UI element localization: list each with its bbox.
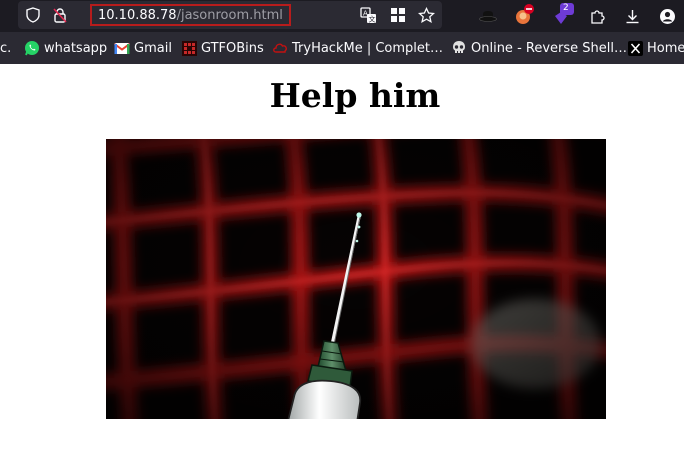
bookmark-home[interactable]: Home [627,32,684,64]
bookmark-label: whatsapp [44,40,108,56]
bookmark-partial[interactable]: c. [0,32,11,64]
bookmark-label: Online - Reverse Shell… [471,40,627,56]
skull-icon [451,40,467,56]
whatsapp-icon [24,40,40,56]
gtfobins-icon [181,40,197,56]
bookmark-whatsapp[interactable]: whatsapp [24,32,107,64]
page-heading: Help him [269,76,441,115]
bookmark-star-icon[interactable] [417,6,435,24]
extension-badge-count: 2 [563,3,569,13]
bookmark-label: GTFOBins [201,40,264,56]
bookmark-label: Gmail [134,40,172,56]
bookmark-label: TryHackMe | Complet… [292,40,443,56]
grid-icon[interactable] [389,6,407,24]
bookmark-gtfobins[interactable]: GTFOBins [181,32,264,64]
download-icon[interactable] [622,6,642,26]
svg-text:文: 文 [368,14,375,23]
page-content: Help him [0,64,684,454]
url-bar[interactable]: 10.10.88.78/jasonroom.html A文 [18,1,442,29]
extension-badge-icon[interactable]: 2 [551,2,575,28]
url-text[interactable]: 10.10.88.78/jasonroom.html [90,4,291,26]
x-icon [627,40,643,56]
account-icon[interactable] [657,6,677,26]
translate-icon[interactable]: A文 [359,6,377,24]
bookmark-gmail[interactable]: Gmail [114,32,172,64]
browser-toolbar: 10.10.88.78/jasonroom.html A文 2 [0,0,684,32]
bookmarks-bar: c. whatsapp Gmail GTFOBins TryHackMe | C… [0,32,684,64]
bookmark-tryhackme[interactable]: TryHackMe | Complet… [272,32,443,64]
extension-blocked-icon[interactable] [513,3,535,27]
bookmark-label: c. [0,40,12,56]
syringe-image [106,139,606,419]
gmail-icon [114,40,130,56]
bookmark-reverse-shell[interactable]: Online - Reverse Shell… [451,32,627,64]
bookmark-label: Home [647,40,684,56]
extension-hat-icon[interactable] [478,6,498,26]
url-host: 10.10.88.78 [98,7,177,23]
url-path: /jasonroom.html [176,7,283,23]
tryhackme-icon [272,40,288,56]
insecure-lock-icon[interactable] [51,6,69,24]
shield-icon[interactable] [24,6,42,24]
extensions-puzzle-icon[interactable] [587,6,607,26]
